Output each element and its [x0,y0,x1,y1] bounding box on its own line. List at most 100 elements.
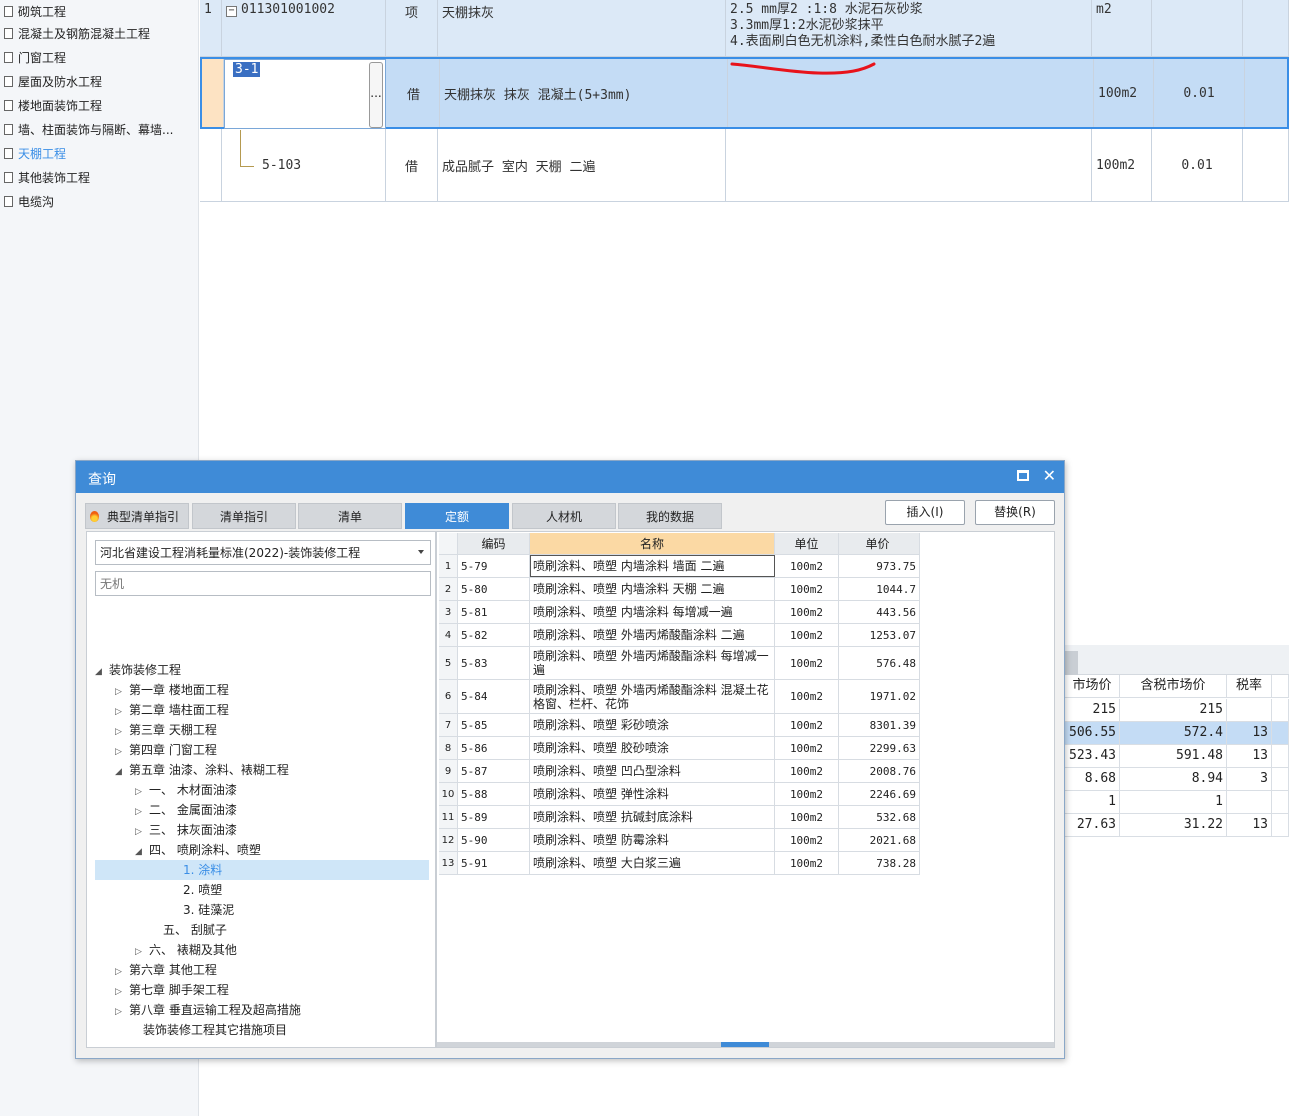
tree-node-section-3[interactable]: ▷ 三、 抹灰面油漆 [135,820,237,840]
tree-node-chapter-1[interactable]: ▷ 第一章 楼地面工程 [115,680,229,700]
quota-name: 喷刷涂料、喷塑 外墙丙烯酸酯涂料 二遍 [530,624,775,646]
table-row[interactable]: 2 5-80 喷刷涂料、喷塑 内墙涂料 天棚 二遍 100m2 1044.7 [439,578,920,601]
header-unit[interactable]: 单位 [775,533,839,554]
collapsed-arrow-icon[interactable]: ▷ [115,962,129,982]
table-row[interactable]: 1 5-79 喷刷涂料、喷塑 内墙涂料 墙面 二遍 100m2 973.75 [439,555,920,578]
header-code[interactable]: 编码 [458,533,530,554]
sidebar-item-cable-trench[interactable]: 电缆沟 [4,190,54,214]
code-input-value[interactable]: 3-1 [233,62,261,77]
tree-node-other-measures[interactable]: 装饰装修工程其它措施项目 [129,1020,287,1040]
tree-node-chapter-3[interactable]: ▷ 第三章 天棚工程 [115,720,217,740]
collapsed-arrow-icon[interactable]: ▷ [135,822,149,842]
table-row[interactable]: 6 5-84 喷刷涂料、喷塑 外墙丙烯酸酯涂料 混凝土花格窗、栏杆、花饰 100m2 1… [439,680,920,714]
collapsed-arrow-icon[interactable]: ▷ [135,802,149,822]
splitter-handle[interactable] [721,1042,769,1047]
table-row[interactable]: 12 5-90 喷刷涂料、喷塑 防霉涂料 100m2 2021.68 [439,829,920,852]
tab-my-data[interactable]: 我的数据 [618,503,722,529]
sidebar-item-masonry[interactable]: 砌筑工程 [4,0,66,24]
bill-row[interactable]: 1 −011301001002 项 天棚抹灰 2.5 mm厚2 :1:8 水泥石… [200,0,1289,57]
sidebar-item-ceiling[interactable]: 天棚工程 [4,142,66,166]
collapsed-arrow-icon[interactable]: ▷ [135,942,149,962]
quantity-cell[interactable]: 0.01 [1154,59,1245,127]
collapsed-arrow-icon[interactable]: ▷ [115,982,129,1002]
tree-node-section-6[interactable]: ▷ 六、 裱糊及其他 [135,940,237,960]
sidebar-item-concrete[interactable]: 混凝土及钢筋混凝土工程 [4,22,150,46]
name-cell[interactable]: 天棚抹灰 抹灰 混凝土(5+3mm) [440,59,728,127]
name-cell[interactable]: 成品腻子 室内 天棚 二遍 [438,129,726,201]
tab-bill-guide[interactable]: 清单指引 [192,503,296,529]
close-icon[interactable]: ✕ [1043,466,1056,485]
table-row[interactable]: 8 5-86 喷刷涂料、喷塑 胶砂喷涂 100m2 2299.63 [439,737,920,760]
extra-cell [1243,129,1289,201]
header-price[interactable]: 单价 [839,533,920,554]
collapsed-arrow-icon[interactable]: ▷ [115,682,129,702]
collapsed-arrow-icon[interactable]: ▷ [135,782,149,802]
expanded-arrow-icon[interactable]: ◢ [135,842,149,862]
tab-typical-bill-guide[interactable]: 典型清单指引 [85,503,189,529]
price-row[interactable]: 523.43 591.48 13 [1065,745,1289,768]
tree-node-chapter-8[interactable]: ▷ 第八章 垂直运输工程及超高措施 [115,1000,301,1020]
quantity-cell[interactable]: 0.01 [1152,129,1243,201]
header-name[interactable]: 名称 [530,533,775,554]
tree-node-root[interactable]: ◢ 装饰装修工程 [95,660,181,680]
collapsed-arrow-icon[interactable]: ▷ [115,1002,129,1022]
collapsed-arrow-icon[interactable]: ▷ [115,742,129,762]
tree-node-item-diatom[interactable]: 3. 硅藻泥 [169,900,234,920]
price-row[interactable]: 215 215 [1065,699,1289,722]
standard-select[interactable]: 河北省建设工程消耗量标准(2022)-装饰装修工程 [95,540,431,565]
code-cell[interactable]: −011301001002 [222,0,386,56]
table-row[interactable]: 4 5-82 喷刷涂料、喷塑 外墙丙烯酸酯涂料 二遍 100m2 1253.07 [439,624,920,647]
table-row[interactable]: 11 5-89 喷刷涂料、喷塑 抗碱封底涂料 100m2 532.68 [439,806,920,829]
tree-node-chapter-2[interactable]: ▷ 第二章 墙柱面工程 [115,700,229,720]
row-index: 4 [439,624,458,646]
tab-quota[interactable]: 定额 [405,503,509,529]
dialog-titlebar[interactable]: 查询 ✕ [76,461,1064,493]
maximize-icon[interactable] [1017,470,1029,481]
table-row[interactable]: 9 5-87 喷刷涂料、喷塑 凹凸型涂料 100m2 2008.76 [439,760,920,783]
expanded-arrow-icon[interactable]: ◢ [115,762,129,782]
panel-tab[interactable] [1065,651,1078,675]
table-row[interactable]: 7 5-85 喷刷涂料、喷塑 彩砂喷涂 100m2 8301.39 [439,714,920,737]
tree-node-section-4[interactable]: ◢ 四、 喷刷涂料、喷塑 [135,840,261,860]
price-row[interactable]: 8.68 8.94 3 [1065,768,1289,791]
replace-button[interactable]: 替换(R) [975,500,1055,525]
sidebar-item-floor[interactable]: 楼地面装饰工程 [4,94,102,118]
table-row[interactable]: 5 5-83 喷刷涂料、喷塑 外墙丙烯酸酯涂料 每增减一遍 100m2 576.48 [439,647,920,680]
expanded-arrow-icon[interactable]: ◢ [95,662,109,682]
collapse-icon[interactable]: − [226,6,237,17]
tree-node-section-1[interactable]: ▷ 一、 木材面油漆 [135,780,237,800]
tree-node-item-spray[interactable]: 2. 喷塑 [169,880,222,900]
splitter-bar[interactable] [437,1042,1054,1047]
description-cell[interactable] [726,129,1092,201]
price-row[interactable]: 27.63 31.22 13 [1065,814,1289,837]
sidebar-item-other-decoration[interactable]: 其他装饰工程 [4,166,90,190]
name-cell[interactable]: 天棚抹灰 [438,0,726,56]
tree-node-section-2[interactable]: ▷ 二、 金属面油漆 [135,800,237,820]
tree-node-chapter-6[interactable]: ▷ 第六章 其他工程 [115,960,217,980]
sidebar-item-roofing[interactable]: 屋面及防水工程 [4,70,102,94]
bill-row[interactable]: 5-103 借 成品腻子 室内 天棚 二遍 100m2 0.01 [200,129,1289,202]
code-editor[interactable]: 3-1 ... [224,59,386,129]
tab-labor-material-machine[interactable]: 人材机 [512,503,616,529]
insert-button[interactable]: 插入(I) [885,500,965,525]
price-row-selected[interactable]: 506.55 572.4 13 [1065,722,1289,745]
table-row[interactable]: 13 5-91 喷刷涂料、喷塑 大白浆三遍 100m2 738.28 [439,852,920,875]
tree-node-section-5[interactable]: 五、 刮腻子 [149,920,227,940]
tab-bill[interactable]: 清单 [298,503,402,529]
description-cell[interactable]: 2.5 mm厚2 :1:8 水泥石灰砂浆 3.3mm厚1:2水泥砂浆抹平 4.表… [726,0,1092,56]
search-input[interactable] [95,571,431,596]
quota-name: 喷刷涂料、喷塑 内墙涂料 每增减一遍 [530,601,775,623]
tree-node-chapter-7[interactable]: ▷ 第七章 脚手架工程 [115,980,229,1000]
table-row[interactable]: 10 5-88 喷刷涂料、喷塑 弹性涂料 100m2 2246.69 [439,783,920,806]
sidebar-item-walls[interactable]: 墙、柱面装饰与隔断、幕墙... [4,118,173,142]
price-row[interactable]: 11 [1065,791,1289,814]
ellipsis-button[interactable]: ... [369,62,383,128]
quantity-cell[interactable] [1152,0,1243,56]
tree-node-chapter-4[interactable]: ▷ 第四章 门窗工程 [115,740,217,760]
table-row[interactable]: 3 5-81 喷刷涂料、喷塑 内墙涂料 每增减一遍 100m2 443.56 [439,601,920,624]
tree-node-item-coating[interactable]: 1. 涂料 [95,860,429,880]
collapsed-arrow-icon[interactable]: ▷ [115,722,129,742]
collapsed-arrow-icon[interactable]: ▷ [115,702,129,722]
tree-node-chapter-5[interactable]: ◢ 第五章 油漆、涂料、裱糊工程 [115,760,289,780]
sidebar-item-doors-windows[interactable]: 门窗工程 [4,46,66,70]
